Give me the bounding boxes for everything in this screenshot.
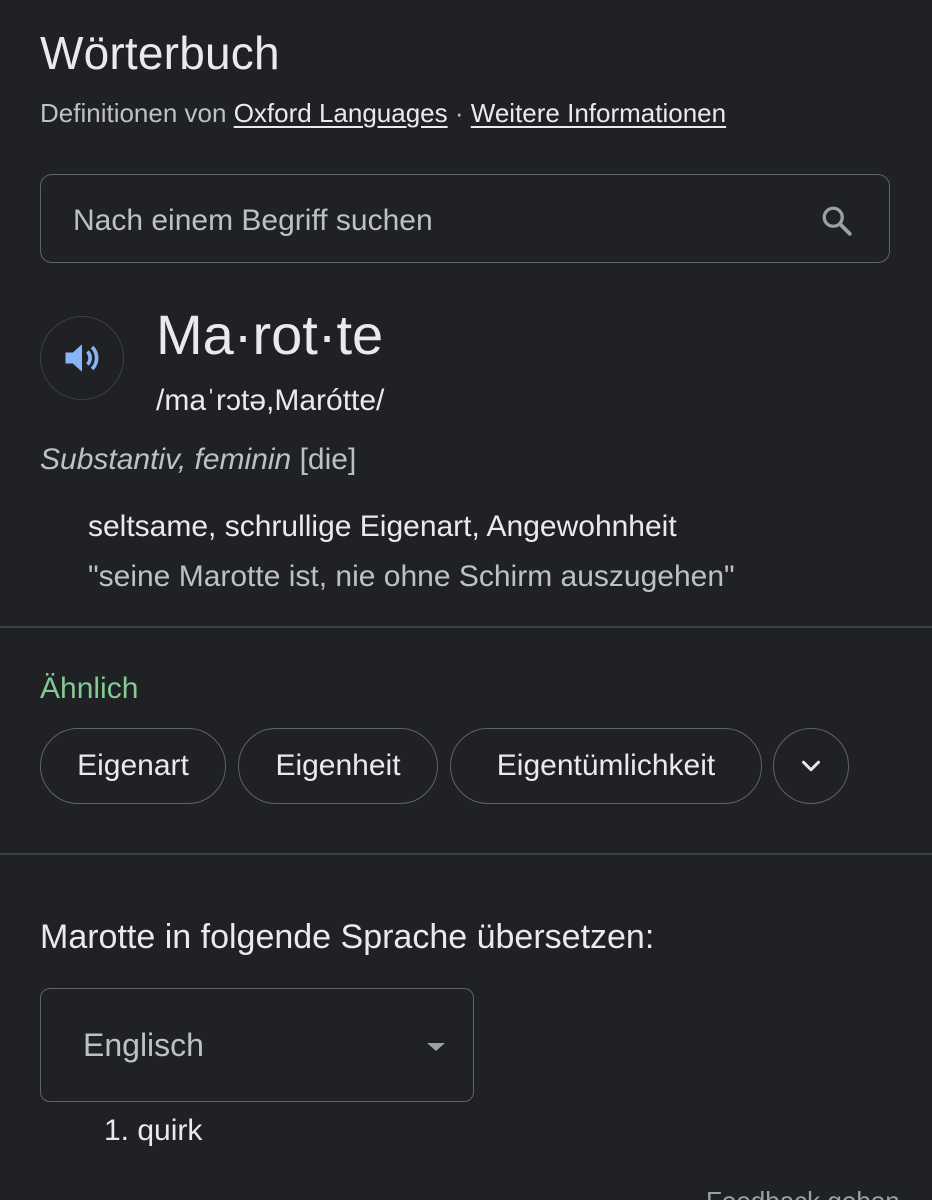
dropdown-caret-icon xyxy=(427,1043,445,1051)
expand-similar-button[interactable] xyxy=(773,728,849,804)
more-info-link[interactable]: Weitere Informationen xyxy=(471,98,726,128)
similar-words-label: Ähnlich xyxy=(40,672,139,705)
selected-language: Englisch xyxy=(83,1027,204,1063)
oxford-languages-link[interactable]: Oxford Languages xyxy=(234,98,448,128)
search-box xyxy=(40,174,890,266)
source-prefix: Definitionen von xyxy=(40,98,227,128)
similar-chip-eigenart[interactable]: Eigenart xyxy=(40,728,226,804)
similar-chip-eigentuemlichkeit[interactable]: Eigentümlichkeit xyxy=(450,728,762,804)
part-of-speech: Substantiv, feminin [die] xyxy=(40,443,356,477)
separator: · xyxy=(454,98,464,128)
search-input[interactable] xyxy=(71,175,795,266)
pronunciation: /maˈrɔtə,Marótte/ xyxy=(156,384,385,417)
translation-result: 1. quirk xyxy=(104,1114,203,1147)
pronunciation-audio-button[interactable] xyxy=(40,316,124,400)
definition: seltsame, schrullige Eigenart, Angewohnh… xyxy=(88,510,677,543)
translate-label: Marotte in folgende Sprache übersetzen: xyxy=(40,918,655,956)
divider xyxy=(0,626,932,628)
similar-chip-eigenheit[interactable]: Eigenheit xyxy=(238,728,438,804)
speaker-icon xyxy=(65,344,99,372)
word-class: Substantiv, feminin xyxy=(40,443,292,476)
feedback-link[interactable]: Feedback geben xyxy=(706,1186,900,1200)
chevron-down-icon xyxy=(802,760,820,772)
usage-example: "seine Marotte ist, nie ohne Schirm ausz… xyxy=(88,560,735,593)
source-line: Definitionen von Oxford Languages · Weit… xyxy=(40,98,726,129)
divider xyxy=(0,853,932,855)
dictionary-panel: Wörterbuch Definitionen von Oxford Langu… xyxy=(0,0,932,1200)
search-icon[interactable] xyxy=(819,203,855,239)
language-select[interactable]: Englisch xyxy=(40,988,474,1102)
article: [die] xyxy=(299,443,357,476)
page-title: Wörterbuch xyxy=(40,27,280,79)
headword: Ma·rot·te xyxy=(156,303,384,366)
